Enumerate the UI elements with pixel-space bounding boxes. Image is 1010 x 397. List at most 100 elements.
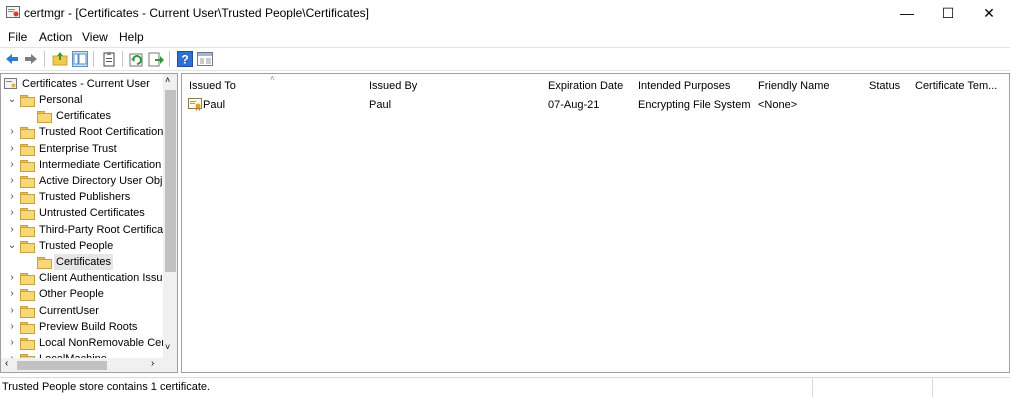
tree-root-label: Certificates - Current User: [22, 78, 150, 90]
tree-root[interactable]: Certificates - Current User: [3, 76, 161, 92]
toolbar-separator: [93, 51, 94, 67]
folder-icon: [20, 305, 35, 318]
collapsed-chevron-icon[interactable]: ›: [7, 173, 17, 189]
folder-icon: [20, 273, 35, 286]
maximize-button[interactable]: ☐: [925, 0, 971, 26]
tree-node[interactable]: ⌄ Trusted People: [3, 238, 161, 254]
console-tree[interactable]: Certificates - Current User ⌄ Personal Cer…: [0, 73, 178, 373]
toolbar-separator: [169, 51, 170, 67]
tree-node[interactable]: ⌄ Personal: [3, 92, 161, 108]
collapsed-chevron-icon[interactable]: ›: [7, 335, 17, 351]
collapsed-chevron-icon[interactable]: ›: [7, 157, 17, 173]
scroll-left-icon[interactable]: ‹: [5, 358, 8, 369]
collapsed-chevron-icon[interactable]: ›: [7, 205, 17, 221]
tree-node-label: Trusted Root Certification Authorities: [39, 126, 177, 139]
collapsed-chevron-icon[interactable]: ›: [7, 286, 17, 302]
folder-icon: [37, 257, 52, 269]
export-list-icon[interactable]: [148, 51, 164, 67]
column-intended-purposes[interactable]: Intended Purposes: [638, 80, 730, 92]
certificate-icon: [188, 98, 202, 111]
column-expiration-date[interactable]: Expiration Date: [548, 80, 623, 92]
show-action-pane-icon[interactable]: [197, 51, 213, 67]
tree-node[interactable]: › Preview Build Roots: [3, 319, 161, 335]
cell-issued-to: Paul: [203, 99, 226, 111]
menu-help[interactable]: Help: [119, 30, 144, 44]
tree-child-node[interactable]: Certificates: [3, 108, 161, 124]
tree-node-label: Other People: [39, 288, 104, 301]
table-row[interactable]: Paul Paul 07-Aug-21 Encrypting File Syst…: [182, 96, 1009, 114]
cell-friendly-name: <None>: [758, 99, 798, 111]
status-bar: Trusted People store contains 1 certific…: [0, 377, 1010, 397]
tree-node[interactable]: › CurrentUser: [3, 303, 161, 319]
collapsed-chevron-icon[interactable]: ›: [7, 141, 17, 157]
tree-node[interactable]: › Other People: [3, 286, 161, 302]
clipboard-icon[interactable]: [101, 51, 117, 67]
tree-node-label: Personal: [39, 94, 83, 106]
close-button[interactable]: ✕: [966, 0, 1010, 26]
expanded-chevron-icon[interactable]: ⌄: [7, 238, 17, 254]
tree-node-label: Certificates: [54, 254, 114, 270]
tree-node[interactable]: › Trusted Root Certification Authorities: [3, 124, 177, 140]
column-friendly-name[interactable]: Friendly Name: [758, 80, 830, 92]
tree-node[interactable]: › Intermediate Certification Authorities: [3, 157, 177, 173]
forward-arrow-icon[interactable]: [23, 51, 39, 67]
certificate-store-icon: [4, 78, 17, 89]
menu-action[interactable]: Action: [39, 30, 72, 44]
scroll-up-icon[interactable]: ˄: [165, 75, 170, 85]
window-title: certmgr - [Certificates - Current User\T…: [24, 6, 369, 20]
column-certificate-template[interactable]: Certificate Tem...: [915, 80, 997, 92]
tree-node[interactable]: › Trusted Publishers: [3, 189, 161, 205]
folder-icon: [20, 95, 35, 107]
tree-node[interactable]: › Enterprise Trust: [3, 141, 161, 157]
certificate-list[interactable]: ˄ Issued To Issued By Expiration Date In…: [181, 73, 1010, 373]
tree-node[interactable]: › Client Authentication Issuers: [3, 270, 177, 286]
collapsed-chevron-icon[interactable]: ›: [7, 270, 17, 286]
tree-node-label: Enterprise Trust: [39, 142, 117, 155]
column-issued-to[interactable]: Issued To: [189, 80, 236, 92]
back-arrow-icon[interactable]: [4, 51, 20, 67]
show-hide-console-tree-icon[interactable]: [72, 51, 88, 67]
folder-icon: [20, 321, 35, 334]
tree-node-label: Third-Party Root Certification Authoriti…: [39, 223, 178, 236]
status-divider: [812, 378, 813, 397]
collapsed-chevron-icon[interactable]: ›: [7, 319, 17, 335]
tree-node-label: Trusted People: [39, 239, 114, 252]
folder-icon: [37, 111, 52, 124]
scroll-right-icon[interactable]: ›: [151, 358, 154, 369]
tree-node[interactable]: › Third-Party Root Certification Authorit…: [3, 222, 177, 238]
minimize-button[interactable]: —: [884, 0, 930, 26]
cell-intended-purposes: Encrypting File System: [638, 99, 751, 111]
svg-text:?: ?: [181, 53, 188, 67]
close-icon: ✕: [983, 4, 995, 21]
column-issued-by[interactable]: Issued By: [369, 80, 417, 92]
column-status[interactable]: Status: [869, 80, 900, 92]
toolbar-separator: [44, 51, 45, 67]
tree-horizontal-scroll-thumb[interactable]: [17, 361, 107, 370]
tree-child-node[interactable]: Certificates: [3, 254, 161, 270]
tree-node-label: Trusted Publishers: [39, 191, 131, 204]
status-divider: [932, 378, 933, 397]
tree-vertical-scroll-thumb[interactable]: [165, 90, 176, 272]
menu-file[interactable]: File: [8, 30, 27, 44]
refresh-icon[interactable]: [129, 51, 145, 67]
up-folder-icon[interactable]: [52, 51, 68, 67]
tree-node[interactable]: › Local NonRemovable Certificates: [3, 335, 177, 351]
help-icon[interactable]: ?: [177, 51, 193, 67]
collapsed-chevron-icon[interactable]: ›: [7, 222, 17, 238]
status-text: Trusted People store contains 1 certific…: [2, 381, 211, 393]
tree-node-label: Certificates: [56, 110, 112, 123]
tree-node[interactable]: › Active Directory User Object: [3, 173, 177, 189]
collapsed-chevron-icon[interactable]: ›: [7, 124, 17, 140]
expanded-chevron-icon[interactable]: ⌄: [7, 92, 17, 108]
tree-node[interactable]: › Untrusted Certificates: [3, 205, 161, 221]
tree-node-label: Active Directory User Object: [39, 175, 178, 187]
menu-bar: File Action View Help: [0, 28, 1010, 46]
menu-view[interactable]: View: [82, 30, 108, 44]
scroll-down-icon[interactable]: ˅: [165, 342, 170, 352]
folder-icon: [20, 127, 35, 140]
collapsed-chevron-icon[interactable]: ›: [7, 303, 17, 319]
tree-node-label: Client Authentication Issuers: [39, 272, 178, 285]
folder-icon: [20, 240, 35, 253]
tree-node-label: Untrusted Certificates: [39, 207, 145, 220]
collapsed-chevron-icon[interactable]: ›: [7, 189, 17, 205]
